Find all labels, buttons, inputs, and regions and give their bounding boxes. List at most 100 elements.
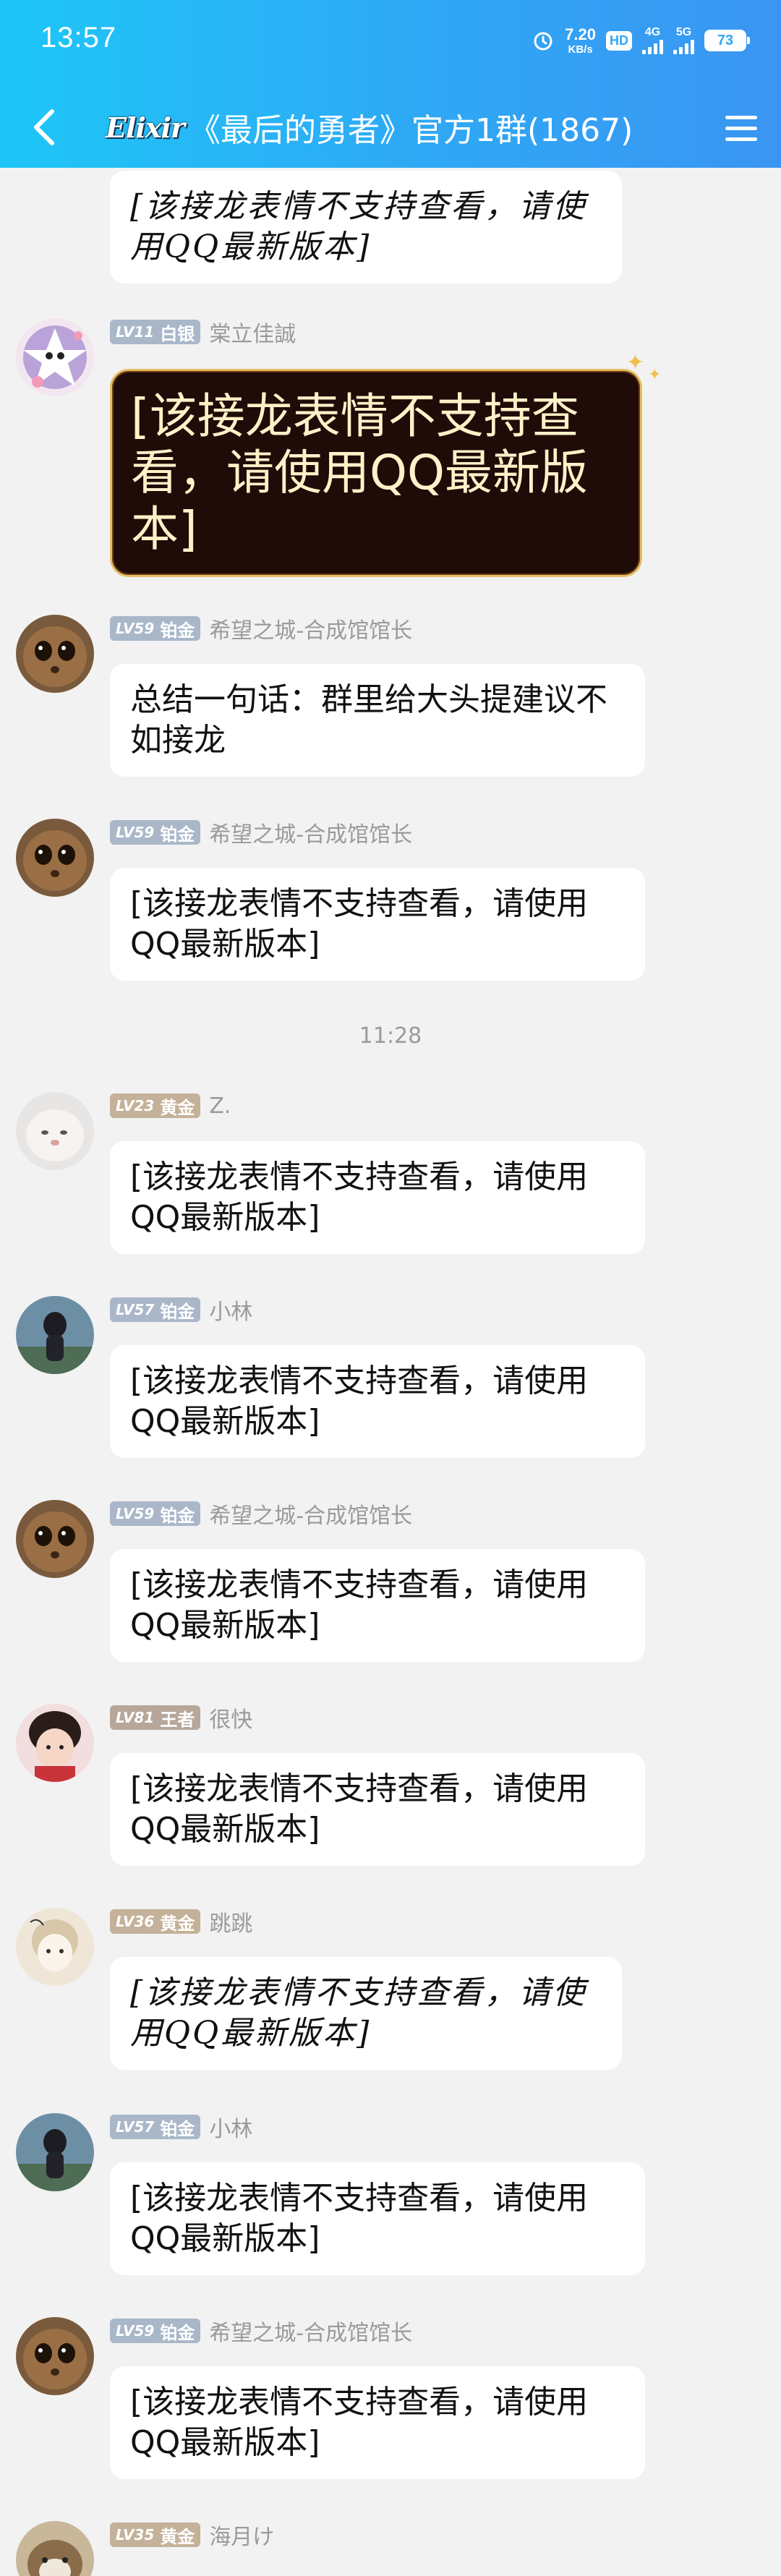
signal-4g-label: 4G [644,26,661,38]
menu-button[interactable] [719,106,764,150]
sender-name[interactable]: 很快 [209,1702,252,1733]
message-bubble[interactable]: [该接龙表情不支持查看，请使用QQ最新版本] [110,1141,645,1254]
sender-meta: LV57 铂金 小林 [110,1294,252,1326]
message-bubble[interactable]: [该接龙表情不支持查看，请使用QQ最新版本] [110,1345,645,1458]
message-bubble[interactable]: [该接龙表情不支持查看，请使用QQ最新版本] [110,868,645,981]
level-rank: 铂金 [160,620,195,641]
message-text: [该接龙表情不支持查看，请使用QQ最新版本] [130,1566,589,1644]
avatar[interactable] [16,1500,94,1578]
message-bubble[interactable]: [该接龙表情不支持查看，请使用QQ最新版本] [110,369,642,577]
signal-bars-icon [673,40,694,54]
timestamp-divider: 11:28 [359,1023,422,1049]
message-bubble[interactable]: [该接龙表情不支持查看，请使用QQ最新版本] [110,2162,645,2275]
sender-name[interactable]: 跳跳 [209,1906,252,1937]
avatar[interactable] [16,318,94,396]
sender-meta: LV59 铂金 希望之城-合成馆馆长 [110,1498,412,1530]
level-number: LV11 [116,323,155,341]
nav-bar: Elixir 《最后的勇者》官方1群(1867) [0,87,781,168]
chat-title: 《最后的勇者》官方1群(1867) [188,112,633,149]
signal-bars-icon [642,40,663,54]
status-icons: 7.20 KB/s HD 4G 5G 73 [532,25,750,56]
status-bar: 13:57 7.20 KB/s HD 4G 5G 73 [0,0,781,87]
level-number: LV57 [116,1301,155,1318]
avatar[interactable] [16,1704,94,1782]
sender-meta: LV59 铂金 希望之城-合成馆馆长 [110,613,412,644]
level-badge: LV59 铂金 [110,2319,201,2343]
level-number: LV59 [116,1505,155,1522]
message-bubble[interactable]: [该接龙表情不支持查看，请使用QQ最新版本] [110,1957,622,2070]
sender-meta: LV35 黄金 海月け [110,2519,274,2551]
avatar[interactable] [16,2521,94,2576]
message-text: [该接龙表情不支持查看，请使用QQ最新版本] [130,1362,589,1440]
message-text: [该接龙表情不支持查看，请使用QQ最新版本] [130,1159,589,1236]
signal-5g-label: 5G [675,26,692,38]
network-speed: 7.20 KB/s [565,25,596,55]
sender-meta: LV59 铂金 希望之城-合成馆馆长 [110,2315,412,2347]
sender-name[interactable]: 小林 [209,2111,252,2143]
message-text: [该接龙表情不支持查看，请使用QQ最新版本] [130,885,589,963]
avatar[interactable] [16,2317,94,2395]
back-button[interactable] [20,103,69,152]
level-badge: LV57 铂金 [110,2115,201,2139]
avatar[interactable] [16,2113,94,2191]
sender-name[interactable]: 希望之城-合成馆馆长 [209,1498,412,1530]
sender-name[interactable]: Z. [209,1093,231,1119]
level-rank: 铂金 [160,1301,195,1322]
level-rank: 黄金 [160,1913,195,1934]
sender-meta: LV11 白银 棠立佳誠 [110,316,296,348]
level-badge: LV23 黄金 [110,1093,201,1118]
avatar[interactable] [16,615,94,693]
level-number: LV57 [116,2118,155,2136]
sender-name[interactable]: 小林 [209,1294,252,1326]
message-bubble[interactable]: [该接龙表情不支持查看，请使用QQ最新版本] [110,1549,645,1662]
avatar[interactable] [16,1908,94,1986]
sender-name[interactable]: 棠立佳誠 [209,316,296,348]
menu-icon [725,115,757,119]
avatar[interactable] [16,257,94,315]
sender-meta: LV81 王者 很快 [110,1702,252,1733]
hd-icon: HD [606,30,632,51]
message-text: [该接龙表情不支持查看，请使用QQ最新版本] [130,2384,589,2461]
message-bubble[interactable]: [该接龙表情不支持查看，请使用QQ最新版本] [110,2366,645,2479]
sparkle-icon: ✦ [626,350,645,375]
message-bubble[interactable]: [该接龙表情不支持查看，请使用QQ最新版本] [110,171,622,283]
level-badge: LV81 王者 [110,1705,201,1730]
level-number: LV81 [116,1709,155,1726]
level-badge: LV57 铂金 [110,1297,201,1322]
level-number: LV23 [116,1097,155,1114]
level-badge: LV35 黄金 [110,2522,201,2547]
alarm-icon [534,32,552,51]
battery-icon: 73 [704,30,750,51]
clock: 13:57 [40,22,117,54]
level-badge: LV59 铂金 [110,820,201,845]
chat-list[interactable]: [该接龙表情不支持查看，请使用QQ最新版本] LV11 白银 棠立佳誠 [该接龙… [0,0,781,2576]
level-badge: LV36 黄金 [110,1909,201,1934]
level-number: LV59 [116,2322,155,2340]
level-badge: LV59 铂金 [110,1501,201,1526]
top-bar: 13:57 7.20 KB/s HD 4G 5G 73 Elixir 《最后的勇… [0,0,781,168]
sender-name[interactable]: 希望之城-合成馆馆长 [209,613,412,644]
sparkle-icon: ✦ [648,366,662,384]
sender-name[interactable]: 希望之城-合成馆馆长 [209,2315,412,2347]
chat-title-area[interactable]: Elixir 《最后的勇者》官方1群(1867) [106,101,633,153]
level-badge: LV59 铂金 [110,616,201,641]
level-rank: 黄金 [160,2526,195,2547]
sender-name[interactable]: 海月け [209,2519,274,2551]
message-bubble[interactable]: 总结一句话：群里给大头提建议不如接龙 [110,664,645,777]
avatar[interactable] [16,819,94,897]
sender-meta: LV59 铂金 希望之城-合成馆馆长 [110,816,412,848]
level-rank: 铂金 [160,824,195,845]
network-speed-value: 7.20 [565,25,596,43]
level-rank: 王者 [160,1709,195,1730]
signal-5g: 5G [673,27,694,54]
sender-meta: LV57 铂金 小林 [110,2111,252,2143]
message-text: [该接龙表情不支持查看，请使用QQ最新版本] [130,188,587,265]
avatar[interactable] [16,1296,94,1374]
message-bubble[interactable]: [该接龙表情不支持查看，请使用QQ最新版本] [110,1753,645,1866]
chevron-left-icon [34,109,54,145]
sender-name[interactable]: 希望之城-合成馆馆长 [209,816,412,848]
avatar[interactable] [16,1092,94,1170]
level-badge: LV11 白银 [110,320,201,344]
level-number: LV59 [116,824,155,841]
message-text: [该接龙表情不支持查看，请使用QQ最新版本] [131,388,588,557]
